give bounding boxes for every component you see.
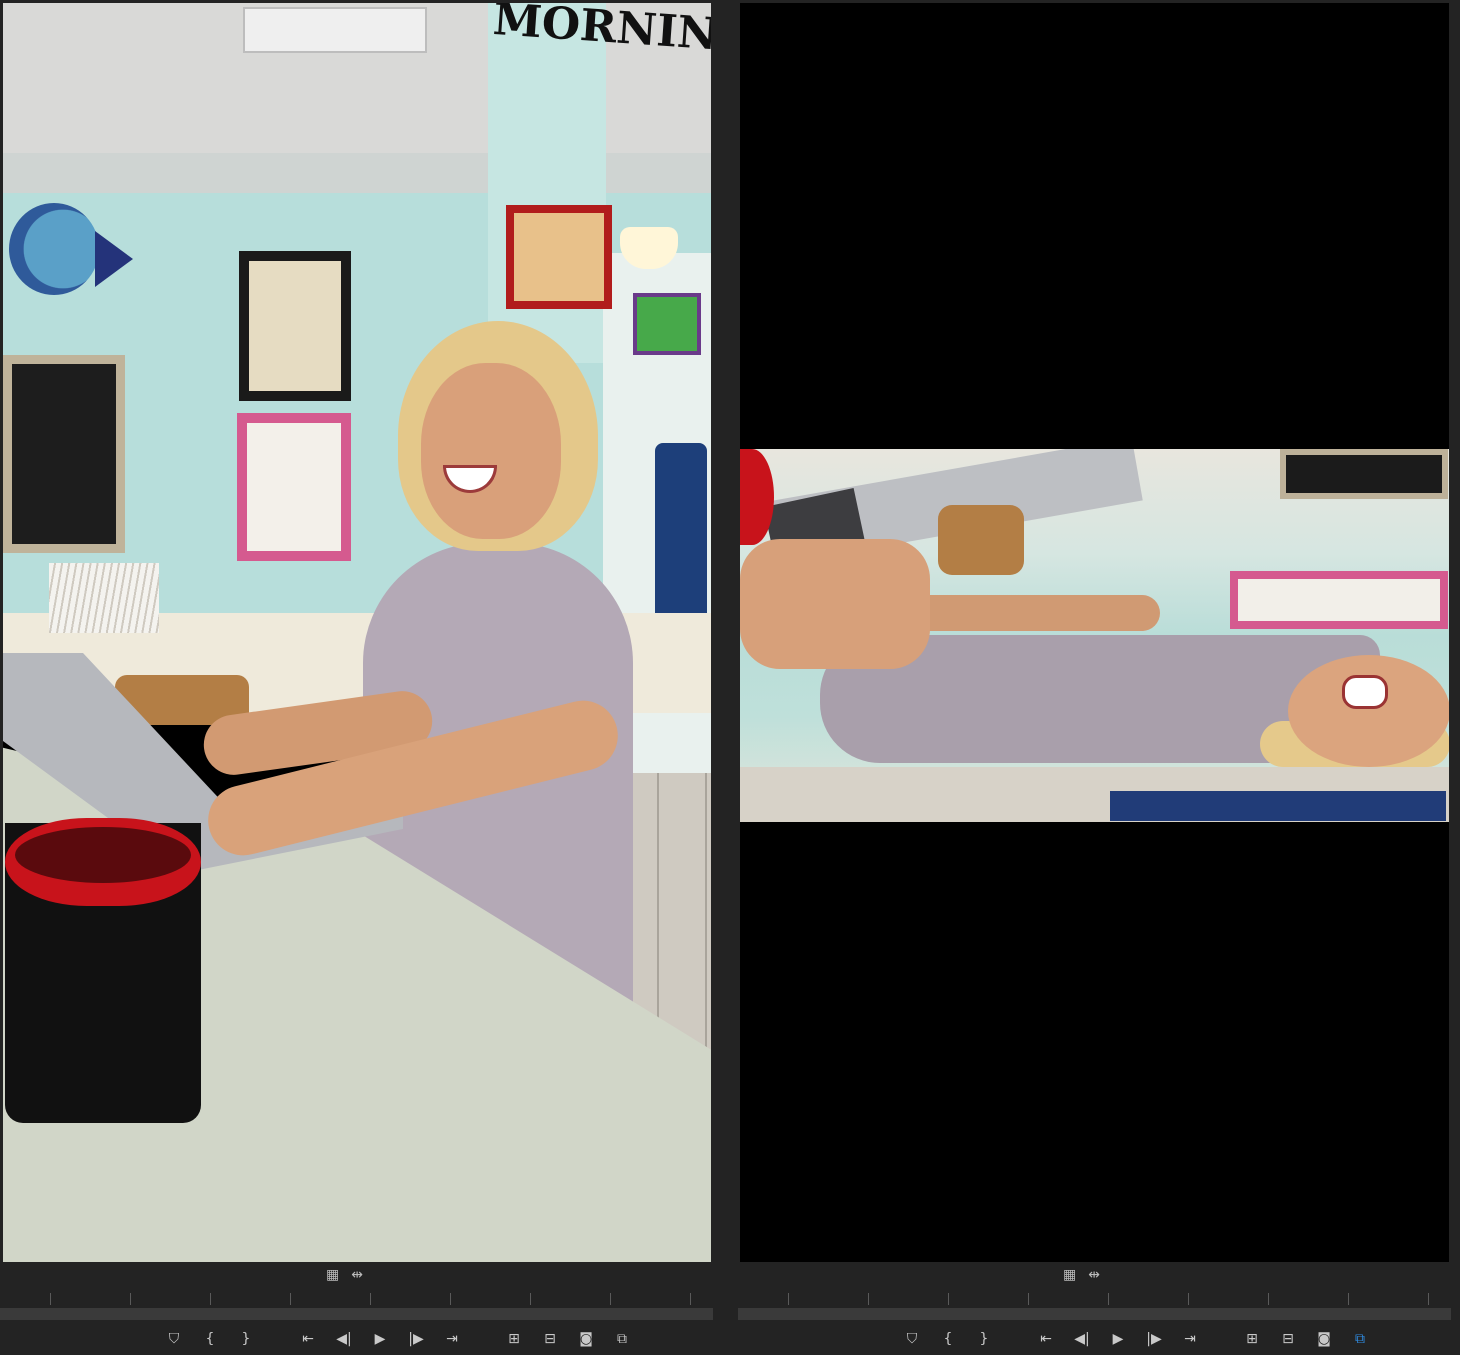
program-time-ruler[interactable] — [738, 1293, 1451, 1308]
export-frame-button[interactable]: ◙ — [576, 1329, 596, 1349]
ruler-tick — [1028, 1293, 1029, 1305]
mark-out-button[interactable]: } — [236, 1329, 256, 1349]
mark-in-button[interactable]: { — [938, 1329, 958, 1349]
add-marker-icon: ⛉ — [168, 1331, 180, 1347]
ruler-tick — [868, 1293, 869, 1305]
mark-out-icon: } — [241, 1331, 251, 1347]
go-to-out-button[interactable]: ⇥ — [442, 1329, 462, 1349]
ruler-tick — [1428, 1293, 1429, 1305]
program-transport-controls: ⛉ {} ⇤ ◀| ▶ |▶ ⇥ ⊞ ⊟ ◙ ⧉ — [902, 1328, 1370, 1350]
export-frame-icon: ◙ — [1317, 1331, 1331, 1347]
step-forward-icon: |▶ — [408, 1331, 424, 1347]
go-to-in-icon: ⇤ — [302, 1331, 314, 1347]
extract-button[interactable]: ⊟ — [1278, 1329, 1298, 1349]
ruler-tick — [210, 1293, 211, 1305]
ruler-tick — [50, 1293, 51, 1305]
mark-in-icon: { — [205, 1331, 215, 1347]
mark-in-button[interactable]: { — [200, 1329, 220, 1349]
overwrite-icon: ⊟ — [544, 1331, 556, 1347]
film-settings-icon[interactable]: ▦ — [1063, 1268, 1076, 1282]
ruler-tick — [450, 1293, 451, 1305]
ceiling-vent — [243, 7, 427, 53]
source-settings-row: ▦ ⇹ — [326, 1264, 363, 1286]
source-video-viewer[interactable]: MORNING — [3, 3, 711, 1262]
program-settings-row: ▦ ⇹ — [1063, 1264, 1100, 1286]
step-back-icon: ◀| — [1074, 1331, 1090, 1347]
insert-icon: ⊞ — [508, 1331, 520, 1347]
step-forward-button[interactable]: |▶ — [1144, 1329, 1164, 1349]
export-frame-button[interactable]: ◙ — [1314, 1329, 1334, 1349]
film-settings-icon[interactable]: ▦ — [326, 1268, 339, 1282]
ruler-tick — [130, 1293, 131, 1305]
go-to-in-button[interactable]: ⇤ — [1036, 1329, 1056, 1349]
go-to-out-button[interactable]: ⇥ — [1180, 1329, 1200, 1349]
ruler-tick — [610, 1293, 611, 1305]
comparison-view-icon: ⧉ — [1355, 1331, 1365, 1347]
ruler-tick — [530, 1293, 531, 1305]
ruler-tick — [788, 1293, 789, 1305]
ruler-tick — [370, 1293, 371, 1305]
step-forward-icon: |▶ — [1146, 1331, 1162, 1347]
extract-icon: ⊟ — [1282, 1331, 1294, 1347]
ruler-tick — [290, 1293, 291, 1305]
button-editor-icon: ⧉ — [617, 1331, 627, 1347]
step-forward-button[interactable]: |▶ — [406, 1329, 426, 1349]
overwrite-button[interactable]: ⊟ — [540, 1329, 560, 1349]
ruler-tick — [1108, 1293, 1109, 1305]
mark-in-icon: { — [943, 1331, 953, 1347]
export-frame-icon: ◙ — [579, 1331, 593, 1347]
play-button[interactable]: ▶ — [1108, 1329, 1128, 1349]
step-back-button[interactable]: ◀| — [334, 1329, 354, 1349]
step-back-button[interactable]: ◀| — [1072, 1329, 1092, 1349]
go-to-in-icon: ⇤ — [1040, 1331, 1052, 1347]
go-to-out-icon: ⇥ — [446, 1331, 458, 1347]
play-icon: ▶ — [1112, 1331, 1124, 1347]
program-video-viewer[interactable] — [740, 3, 1449, 1262]
add-marker-button[interactable]: ⛉ — [902, 1329, 922, 1349]
lift-button[interactable]: ⊞ — [1242, 1329, 1262, 1349]
ruler-tick — [948, 1293, 949, 1305]
drag-audio-video-icon[interactable]: ⇹ — [1088, 1268, 1100, 1282]
source-scrub-bar[interactable] — [0, 1308, 713, 1320]
mark-out-button[interactable]: } — [974, 1329, 994, 1349]
play-icon: ▶ — [374, 1331, 386, 1347]
chalkboard-decor — [3, 355, 125, 553]
fish-decor — [9, 203, 99, 295]
comparison-view-button[interactable]: ⧉ — [1350, 1329, 1370, 1349]
ruler-tick — [1188, 1293, 1189, 1305]
program-video-frame — [740, 449, 1449, 822]
lift-icon: ⊞ — [1246, 1331, 1258, 1347]
drag-audio-video-icon[interactable]: ⇹ — [351, 1268, 363, 1282]
go-to-in-button[interactable]: ⇤ — [298, 1329, 318, 1349]
source-video-frame: MORNING — [3, 3, 711, 1262]
add-marker-icon: ⛉ — [906, 1331, 918, 1347]
go-to-out-icon: ⇥ — [1184, 1331, 1196, 1347]
source-time-ruler[interactable] — [0, 1293, 713, 1308]
play-button[interactable]: ▶ — [370, 1329, 390, 1349]
mark-out-icon: } — [979, 1331, 989, 1347]
button-editor-button[interactable]: ⧉ — [612, 1329, 632, 1349]
insert-button[interactable]: ⊞ — [504, 1329, 524, 1349]
source-transport-controls: ⛉ {} ⇤ ◀| ▶ |▶ ⇥ ⊞ ⊟ ◙ ⧉ — [164, 1328, 632, 1350]
ruler-tick — [1348, 1293, 1349, 1305]
ruler-tick — [690, 1293, 691, 1305]
ruler-tick — [1268, 1293, 1269, 1305]
add-marker-button[interactable]: ⛉ — [164, 1329, 184, 1349]
step-back-icon: ◀| — [336, 1331, 352, 1347]
program-scrub-bar[interactable] — [738, 1308, 1451, 1320]
